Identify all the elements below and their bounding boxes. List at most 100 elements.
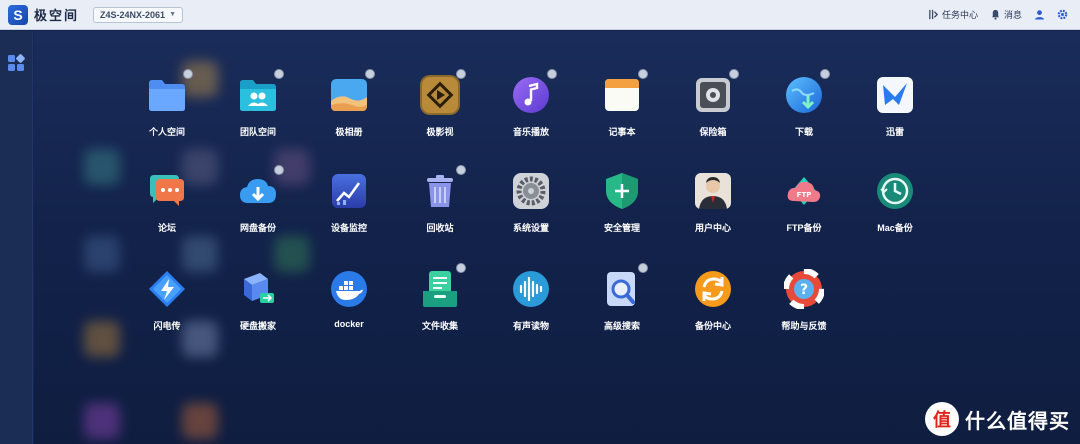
app-grid-icon[interactable] [6, 53, 26, 73]
user-icon [693, 171, 733, 211]
device-name: Z4S-24NX-2061 [100, 9, 166, 20]
backup-center-icon [693, 269, 733, 309]
app-label: 音乐播放 [512, 127, 549, 137]
app-label: 硬盘搬家 [239, 321, 276, 331]
settings-icon [511, 171, 551, 211]
task-center-label: 任务中心 [941, 10, 978, 20]
app-notebook[interactable]: 记事本 [577, 69, 667, 155]
app-video[interactable]: 极影视 [395, 69, 485, 155]
badge-icon [638, 69, 648, 79]
background-blur-icon [84, 236, 120, 272]
app-flash-transfer[interactable]: 闪电传 [122, 269, 212, 349]
bell-icon [991, 9, 1000, 20]
settings-button[interactable] [1057, 9, 1068, 20]
watermark: 值 什么值得买 [925, 402, 1070, 436]
background-blur-icon [84, 321, 120, 357]
badge-icon [274, 165, 284, 175]
user-button[interactable] [1034, 9, 1045, 20]
app-backup-center[interactable]: 备份中心 [668, 269, 758, 349]
app-team-space[interactable]: 团队空间 [213, 69, 303, 155]
app-label: docker [334, 319, 364, 329]
app-audiobook[interactable]: 有声读物 [486, 269, 576, 349]
background-blur-icon [182, 403, 218, 439]
badge-icon [274, 69, 284, 79]
app-label: 文件收集 [421, 321, 458, 331]
desktop: 个人空间 团队空间 极相册 极影视 音乐播放 记事本 保险箱 下载 迅雷 论坛 … [34, 31, 1080, 444]
app-forum[interactable]: 论坛 [122, 171, 212, 251]
folder-icon [147, 69, 193, 115]
music-icon [511, 69, 557, 115]
badge-icon [456, 165, 466, 175]
badge-icon [365, 69, 375, 79]
left-rail [0, 31, 33, 444]
app-music[interactable]: 音乐播放 [486, 69, 576, 155]
safe-icon [693, 69, 739, 115]
app-label: 系统设置 [512, 223, 549, 233]
app-cloud-backup[interactable]: 网盘备份 [213, 165, 303, 251]
app-label: 个人空间 [148, 127, 185, 137]
app-disk-move[interactable]: 硬盘搬家 [213, 269, 303, 349]
badge-icon [729, 69, 739, 79]
svg-text:?: ? [800, 282, 808, 298]
thunder-icon [875, 75, 915, 115]
app-device-monitor[interactable]: 设备监控 [304, 171, 394, 251]
app-label: 极影视 [426, 127, 454, 137]
brand-name: 极空间 [34, 8, 80, 23]
app-label: 下载 [794, 127, 813, 137]
search-icon [602, 263, 648, 309]
app-label: 设备监控 [330, 223, 367, 233]
background-blur-icon [84, 403, 120, 439]
app-thunder[interactable]: 迅雷 [850, 75, 940, 155]
app-label: 论坛 [157, 223, 176, 233]
download-icon [784, 69, 830, 115]
app-security[interactable]: 安全管理 [577, 171, 667, 251]
audio-icon [511, 269, 551, 309]
app-mac-backup[interactable]: Mac备份 [850, 171, 940, 251]
app-safe[interactable]: 保险箱 [668, 69, 758, 155]
badge-icon [183, 69, 193, 79]
app-label: 备份中心 [694, 321, 731, 331]
task-center-icon [929, 9, 939, 20]
app-photos[interactable]: 极相册 [304, 69, 394, 155]
app-download[interactable]: 下载 [759, 69, 849, 155]
app-label: 网盘备份 [239, 223, 276, 233]
svg-text:FTP: FTP [797, 191, 812, 199]
app-label: 记事本 [608, 127, 636, 137]
cloud-backup-icon [238, 165, 284, 211]
task-center-button[interactable]: 任务中心 [928, 8, 978, 21]
app-label: 用户中心 [694, 223, 731, 233]
app-advanced-search[interactable]: 高级搜索 [577, 263, 667, 349]
app-label: 极相册 [335, 127, 363, 137]
app-label: 迅雷 [885, 127, 904, 137]
app-recycle-bin[interactable]: 回收站 [395, 165, 485, 251]
app-label: 团队空间 [239, 127, 276, 137]
device-selector[interactable]: Z4S-24NX-2061 ▼ [93, 6, 183, 23]
video-icon [420, 69, 466, 115]
app-ftp-backup[interactable]: FTP FTP备份 [759, 171, 849, 251]
app-label: 帮助与反馈 [781, 321, 827, 331]
badge-icon [456, 69, 466, 79]
disk-move-icon [238, 269, 278, 309]
app-file-collect[interactable]: 文件收集 [395, 263, 485, 349]
badge-icon [456, 263, 466, 273]
app-user-center[interactable]: 用户中心 [668, 171, 758, 251]
shield-icon [602, 171, 642, 211]
team-folder-icon [238, 69, 284, 115]
app-system-settings[interactable]: 系统设置 [486, 171, 576, 251]
badge-icon [547, 69, 557, 79]
badge-icon [820, 69, 830, 79]
messages-button[interactable]: 消息 [990, 8, 1022, 21]
app-help-feedback[interactable]: ? 帮助与反馈 [759, 269, 849, 349]
trash-icon [420, 165, 466, 211]
app-personal-space[interactable]: 个人空间 [122, 69, 212, 155]
time-machine-icon [875, 171, 915, 211]
messages-label: 消息 [1003, 10, 1022, 20]
background-blur-icon [84, 149, 120, 185]
app-label: FTP备份 [786, 223, 822, 233]
badge-icon [638, 263, 648, 273]
notebook-icon [602, 69, 648, 115]
monitor-icon [329, 171, 369, 211]
brand-logo[interactable]: S 极空间 [8, 4, 80, 25]
app-docker[interactable]: docker [304, 269, 394, 349]
user-icon [1034, 10, 1045, 20]
